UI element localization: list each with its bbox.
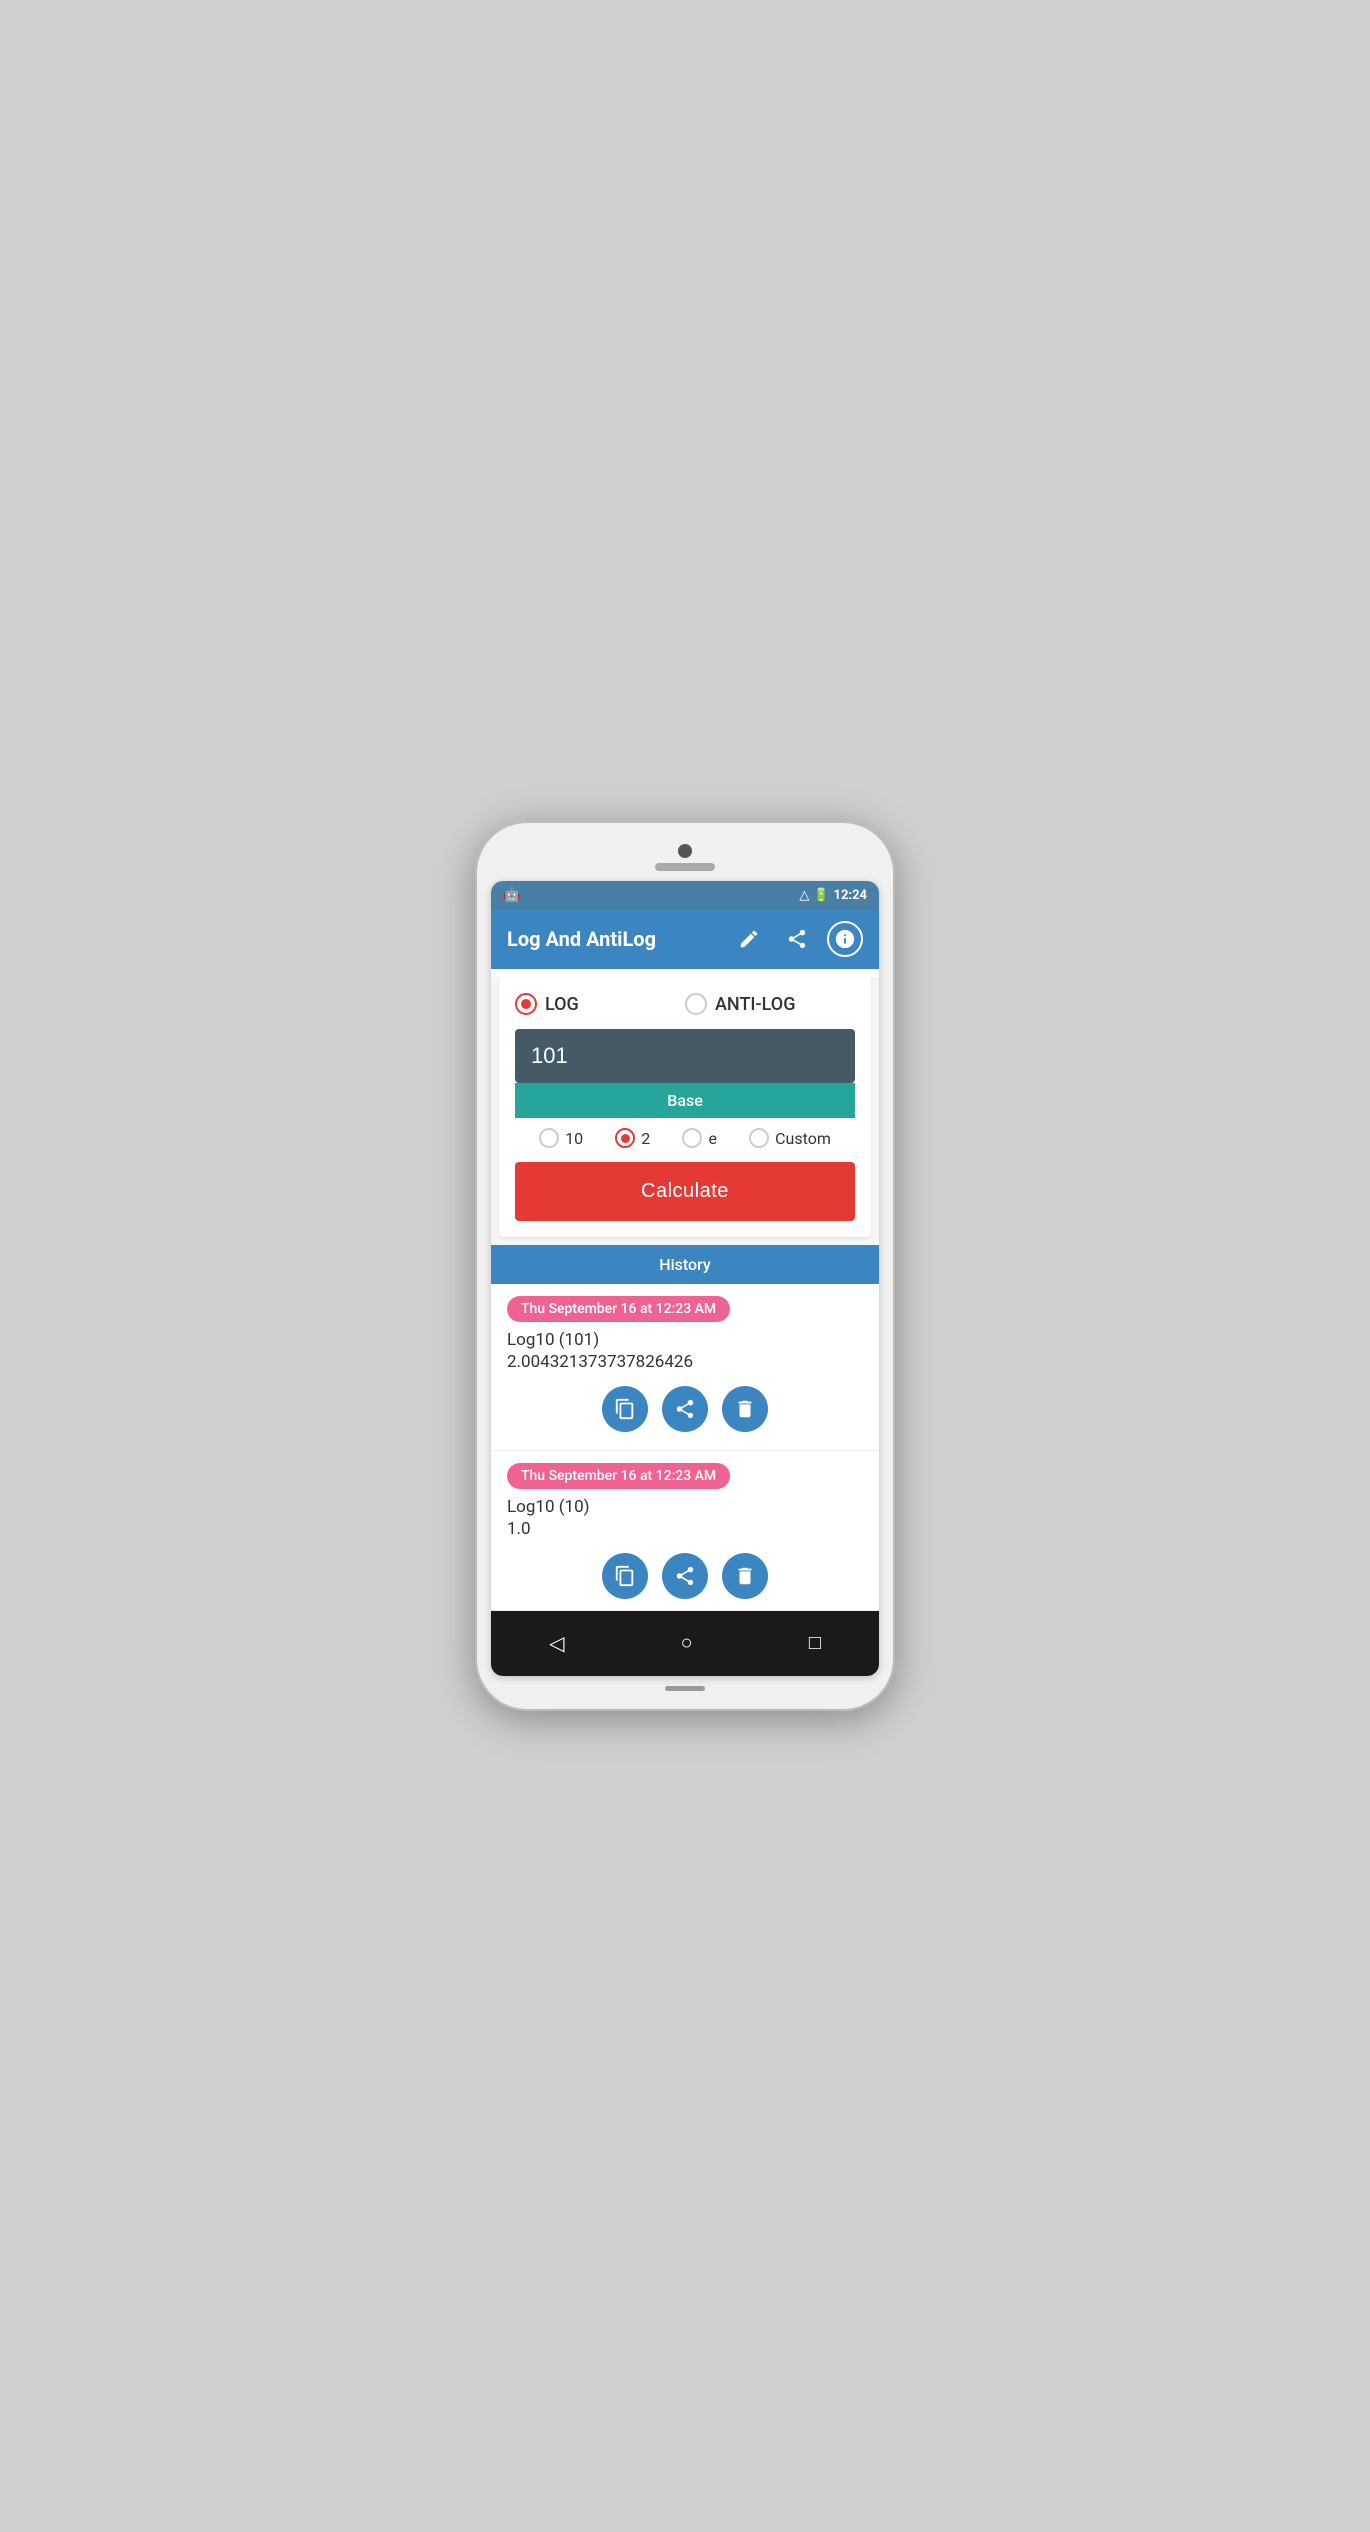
share-button-2[interactable]	[662, 1553, 708, 1599]
history-result-2: 1.0	[507, 1519, 863, 1539]
info-icon	[834, 928, 856, 950]
edit-icon	[738, 928, 760, 950]
delete-icon	[734, 1398, 756, 1420]
antilog-option[interactable]: ANTI-LOG	[685, 993, 855, 1015]
base-options-row: 10 2 e Custom	[515, 1118, 855, 1158]
antilog-radio-circle[interactable]	[685, 993, 707, 1015]
app-bar-actions	[731, 921, 863, 957]
base-radio-10[interactable]	[539, 1128, 559, 1148]
delete-button-1[interactable]	[722, 1386, 768, 1432]
info-icon-button[interactable]	[827, 921, 863, 957]
share-icon	[786, 928, 808, 950]
log-radio-circle[interactable]	[515, 993, 537, 1015]
base-option-2[interactable]: 2	[615, 1128, 650, 1148]
bottom-nav: ◁ ○ □	[491, 1611, 879, 1676]
history-expression-1: Log10 (101)	[507, 1330, 863, 1350]
log-option[interactable]: LOG	[515, 993, 685, 1015]
app-title: Log And AntiLog	[507, 927, 656, 951]
calculator-card: LOG ANTI-LOG Base 10	[499, 977, 871, 1237]
history-result-1: 2.00432137373782642​6	[507, 1352, 863, 1372]
antilog-label: ANTI-LOG	[715, 994, 795, 1015]
battery-icon: 🔋	[813, 888, 829, 903]
phone-shell: 🤖 △ 🔋 12:24 Log And AntiLog	[475, 821, 895, 1711]
copy-icon-2	[614, 1565, 636, 1587]
history-actions-2	[507, 1549, 863, 1605]
base-e-label: e	[708, 1129, 716, 1148]
history-bar: History	[491, 1245, 879, 1284]
delete-icon-2	[734, 1565, 756, 1587]
status-left-icons: 🤖	[503, 887, 520, 903]
number-input[interactable]	[531, 1043, 839, 1069]
mode-radio-row: LOG ANTI-LOG	[515, 993, 855, 1015]
number-input-field	[515, 1029, 855, 1083]
share-button-1[interactable]	[662, 1386, 708, 1432]
base-10-label: 10	[565, 1129, 583, 1148]
base-option-custom[interactable]: Custom	[749, 1128, 831, 1148]
history-section: Thu September 16 at 12:23 AM Log10 (101)…	[491, 1284, 879, 1611]
history-actions-1	[507, 1382, 863, 1438]
signal-icon: △	[799, 888, 809, 903]
screen-wrapper: 🤖 △ 🔋 12:24 Log And AntiLog	[491, 881, 879, 1676]
history-expression-2: Log10 (10)	[507, 1497, 863, 1517]
share-icon-history-2	[674, 1565, 696, 1587]
camera	[678, 844, 692, 858]
status-time: 12:24	[834, 888, 868, 903]
base-radio-e[interactable]	[682, 1128, 702, 1148]
share-icon-button[interactable]	[779, 921, 815, 957]
base-option-e[interactable]: e	[682, 1128, 716, 1148]
status-bar: 🤖 △ 🔋 12:24	[491, 881, 879, 909]
speaker	[655, 863, 715, 871]
recents-button[interactable]: □	[789, 1624, 841, 1663]
status-icons: △ 🔋 12:24	[799, 888, 867, 903]
history-item-1: Thu September 16 at 12:23 AM Log10 (101)…	[491, 1284, 879, 1451]
copy-button-2[interactable]	[602, 1553, 648, 1599]
log-label: LOG	[545, 994, 579, 1015]
delete-button-2[interactable]	[722, 1553, 768, 1599]
history-item-2: Thu September 16 at 12:23 AM Log10 (10) …	[491, 1451, 879, 1611]
home-button[interactable]: ○	[661, 1624, 713, 1663]
history-timestamp-2: Thu September 16 at 12:23 AM	[507, 1463, 730, 1489]
base-radio-custom[interactable]	[749, 1128, 769, 1148]
base-2-label: 2	[641, 1129, 650, 1148]
app-bar: Log And AntiLog	[491, 909, 879, 969]
calculate-button[interactable]: Calculate	[515, 1162, 855, 1221]
back-button[interactable]: ◁	[529, 1623, 584, 1664]
main-content: LOG ANTI-LOG Base 10	[491, 977, 879, 1611]
android-status-icon: 🤖	[503, 887, 520, 903]
copy-button-1[interactable]	[602, 1386, 648, 1432]
edit-icon-button[interactable]	[731, 921, 767, 957]
base-custom-label: Custom	[775, 1129, 831, 1148]
base-option-10[interactable]: 10	[539, 1128, 583, 1148]
phone-bottom-indicator	[665, 1686, 705, 1691]
base-label: Base	[515, 1083, 855, 1118]
copy-icon	[614, 1398, 636, 1420]
base-radio-2[interactable]	[615, 1128, 635, 1148]
share-icon-history	[674, 1398, 696, 1420]
history-timestamp-1: Thu September 16 at 12:23 AM	[507, 1296, 730, 1322]
